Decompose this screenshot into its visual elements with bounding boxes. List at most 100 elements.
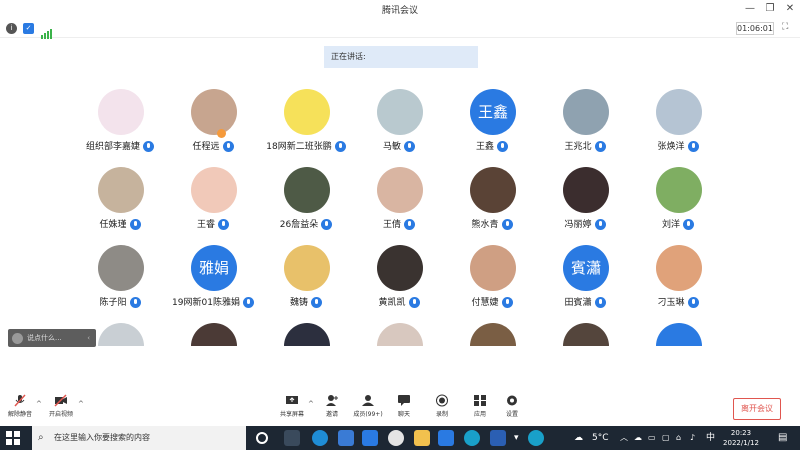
participant-avatar[interactable] xyxy=(377,323,423,346)
participant-tile[interactable]: 熊水青 xyxy=(442,167,542,242)
input-method-indicator[interactable]: 中 xyxy=(706,426,715,450)
record-icon xyxy=(436,394,448,407)
video-button[interactable]: 开启视频 xyxy=(44,392,78,422)
share-options-caret-icon[interactable]: ^ xyxy=(308,400,314,408)
record-button[interactable]: 录制 xyxy=(430,392,454,422)
task-view-icon[interactable] xyxy=(256,432,268,444)
cloud-sync-icon[interactable]: ☁ xyxy=(634,426,642,450)
participant-avatar[interactable] xyxy=(563,323,609,346)
chat-button[interactable]: 聊天 xyxy=(392,392,416,422)
tray-overflow-icon[interactable]: ▾ xyxy=(514,426,519,450)
participant-name: 冯丽婷 xyxy=(564,220,592,230)
app-icon[interactable] xyxy=(388,430,404,446)
leave-meeting-button[interactable]: 离开会议 xyxy=(733,398,781,420)
fullscreen-icon[interactable]: ⛶ xyxy=(782,22,795,35)
participant-avatar xyxy=(98,89,144,135)
mail-icon[interactable] xyxy=(338,430,354,446)
participant-avatar xyxy=(284,167,330,213)
word-icon[interactable] xyxy=(490,430,506,446)
info-icon[interactable]: i xyxy=(6,23,17,34)
participant-tile[interactable]: 冯丽婷 xyxy=(535,167,635,242)
participant-name: 18网新二班张鹏 xyxy=(266,142,332,152)
volume-icon[interactable]: ♪ xyxy=(690,426,695,450)
apps-button[interactable]: 应用 xyxy=(468,392,492,422)
participant-tile[interactable]: 马敏 xyxy=(349,89,449,164)
mute-options-caret-icon[interactable]: ^ xyxy=(36,400,42,408)
share-screen-button[interactable]: 共享屏幕 xyxy=(276,392,308,422)
participant-name: 熊水青 xyxy=(471,220,499,230)
participant-name-row: 19网新01陈雅娟 xyxy=(163,295,263,309)
participant-tile[interactable]: 王兆北 xyxy=(535,89,635,164)
weather-temp[interactable]: 5°C xyxy=(592,426,609,450)
chat-placeholder: 说点什么... xyxy=(27,334,62,342)
display-icon[interactable]: ▢ xyxy=(662,426,670,450)
mic-icon xyxy=(242,297,254,308)
members-button[interactable]: 成员(99+) xyxy=(352,392,384,422)
close-icon[interactable]: ✕ xyxy=(780,0,800,20)
settings-button[interactable]: 设置 xyxy=(500,392,524,422)
participant-tile[interactable]: 王鑫 王鑫 xyxy=(442,89,542,164)
app-icon[interactable] xyxy=(464,430,480,446)
participant-tile[interactable]: 黄凯凯 xyxy=(349,245,449,320)
mic-icon xyxy=(683,219,694,230)
participant-avatar[interactable] xyxy=(191,323,237,346)
participant-name-row: 组织部李嘉婕 xyxy=(70,139,170,153)
notifications-icon[interactable]: ▤ xyxy=(778,426,787,450)
participant-name-row: 陈子阳 xyxy=(70,295,170,309)
invite-button[interactable]: 邀请 xyxy=(320,392,344,422)
taskbar-search[interactable]: ⌕ 在这里输入你要搜索的内容 xyxy=(32,426,246,450)
participant-name: 王睿 xyxy=(196,220,215,230)
meeting-timer: 01:06:01 xyxy=(736,22,774,35)
participant-tile[interactable]: 雅娟 19网新01陈雅娟 xyxy=(163,245,263,320)
file-explorer-icon[interactable] xyxy=(414,430,430,446)
participant-tile[interactable]: 刘洋 xyxy=(628,167,728,242)
participant-avatar[interactable] xyxy=(656,323,702,346)
participant-tile[interactable]: 賓瀟 田賓瀟 xyxy=(535,245,635,320)
participant-tile[interactable]: 付慧婕 xyxy=(442,245,542,320)
chevron-left-icon[interactable]: ‹ xyxy=(87,329,90,347)
quick-chat-input[interactable]: 说点什么... ‹ xyxy=(8,329,96,347)
record-label: 录制 xyxy=(435,411,448,418)
participant-tile[interactable]: 陈子阳 xyxy=(70,245,170,320)
participant-tile[interactable]: 王倩 xyxy=(349,167,449,242)
meeting-status-row: i ✓ 01:06:01 ⛶ xyxy=(0,20,800,39)
participant-tile[interactable]: 魏铸 xyxy=(256,245,356,320)
tencent-meeting-taskbar-icon[interactable] xyxy=(438,430,454,446)
participant-avatar xyxy=(470,167,516,213)
mic-icon xyxy=(594,141,606,152)
participant-avatar xyxy=(377,245,423,291)
minimize-icon[interactable]: — xyxy=(740,0,760,20)
gear-icon xyxy=(507,395,517,406)
widgets-icon[interactable] xyxy=(284,430,300,446)
signal-icon[interactable] xyxy=(41,24,52,39)
mute-button[interactable]: 解除静音 xyxy=(4,392,36,422)
taskbar-clock[interactable]: 20:23 2022/1/12 xyxy=(716,428,766,448)
emoji-icon[interactable] xyxy=(12,332,23,344)
participant-avatar xyxy=(563,89,609,135)
battery-icon[interactable]: ▭ xyxy=(648,426,656,450)
participant-tile[interactable]: 王睿 xyxy=(163,167,263,242)
tray-app-icon[interactable] xyxy=(528,430,544,446)
participant-avatar[interactable] xyxy=(284,323,330,346)
participant-tile[interactable]: 18网新二班张鹏 xyxy=(256,89,356,164)
participant-tile[interactable]: 任姝瑾 xyxy=(70,167,170,242)
edge-browser-icon[interactable] xyxy=(312,430,328,446)
restore-icon[interactable]: ❐ xyxy=(760,0,780,20)
windows-start-icon[interactable] xyxy=(6,431,20,445)
participant-name-row: 任程远 xyxy=(163,139,263,153)
video-options-caret-icon[interactable]: ^ xyxy=(78,400,84,408)
app-icon[interactable] xyxy=(362,430,378,446)
participant-avatar: 雅娟 xyxy=(191,245,237,291)
mic-icon xyxy=(501,297,513,308)
participant-avatar[interactable] xyxy=(470,323,516,346)
tray-chevron-up-icon[interactable]: ︿ xyxy=(620,426,628,450)
meeting-toolbar: 解除静音 ^ 开启视频 ^ 共享屏幕 ^ 邀请 成员(99+) 聊天 录制 应用… xyxy=(0,392,800,422)
network-icon[interactable]: ⌂ xyxy=(676,426,681,450)
shield-icon[interactable]: ✓ xyxy=(23,23,34,34)
participant-tile[interactable]: 任程远 xyxy=(163,89,263,164)
participant-tile[interactable]: 刁玉琳 xyxy=(628,245,728,320)
participant-avatar[interactable] xyxy=(98,323,144,346)
participant-tile[interactable]: 26詹益朵 xyxy=(256,167,356,242)
participant-tile[interactable]: 组织部李嘉婕 xyxy=(70,89,170,164)
participant-tile[interactable]: 张焕洋 xyxy=(628,89,728,164)
